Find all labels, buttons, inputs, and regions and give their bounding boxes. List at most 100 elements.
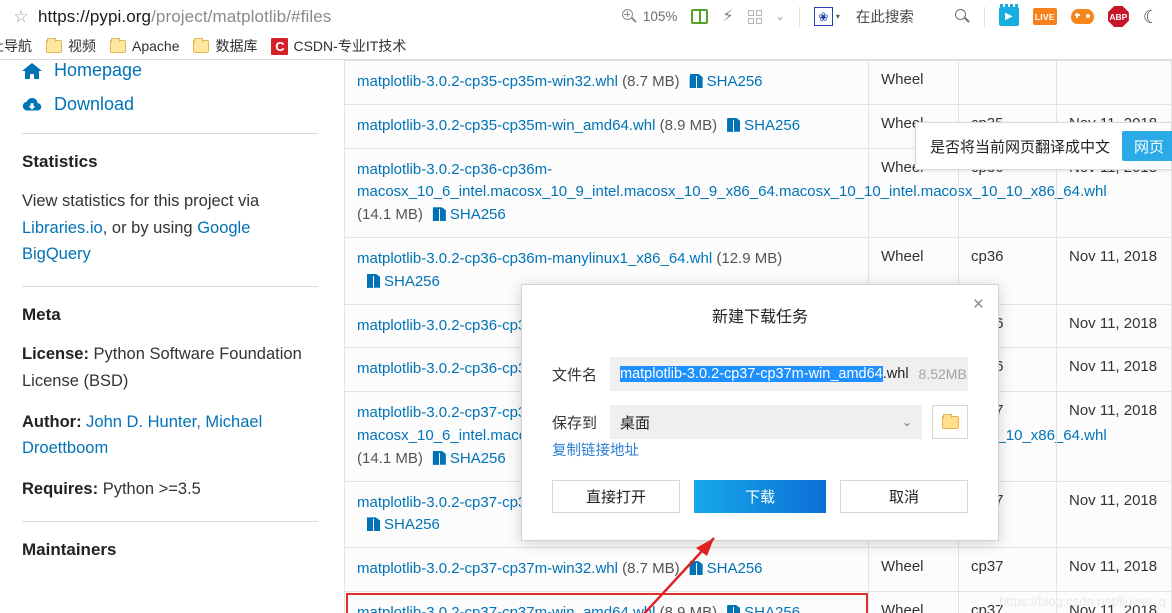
open-directly-button[interactable]: 直接打开 bbox=[552, 480, 681, 513]
bookmark-item-csdn[interactable]: C CSDN-专业IT技术 bbox=[271, 36, 406, 56]
copy-hash-icon bbox=[367, 273, 380, 288]
sidebar-divider bbox=[22, 286, 318, 288]
upload-date-cell bbox=[1057, 61, 1171, 104]
download-button[interactable]: 下载 bbox=[694, 480, 826, 513]
file-download-link[interactable]: matplotlib-3.0.2-cp37-cp37m-win32.whl bbox=[357, 560, 618, 577]
sha256-link[interactable]: SHA256 bbox=[432, 449, 506, 467]
sha256-label: SHA256 bbox=[449, 449, 506, 467]
sidebar-link-label: Homepage bbox=[54, 60, 143, 80]
download-dialog: × 新建下载任务 文件名 matplotlib-3.0.2-cp37-cp37m… bbox=[521, 284, 999, 541]
sidebar-link-download[interactable]: Download bbox=[22, 94, 340, 115]
sha256-link[interactable]: SHA256 bbox=[689, 73, 763, 90]
dialog-button-row: 直接打开 下载 取消 bbox=[552, 480, 968, 513]
page-content: Homepage Download Statistics View statis… bbox=[0, 60, 1172, 613]
file-name-cell: matplotlib-3.0.2-cp37-cp37m-win_amd64.wh… bbox=[345, 591, 869, 613]
file-download-link[interactable]: matplotlib-3.0.2-cp37-cp37m-win_amd64.wh… bbox=[357, 604, 655, 613]
bookmark-item-nav[interactable]: 止导航 bbox=[0, 36, 32, 56]
night-mode-moon-icon[interactable]: ☾ bbox=[1136, 0, 1166, 33]
file-size: (14.1 MB) bbox=[357, 206, 423, 224]
bookmark-star-icon[interactable]: ☆ bbox=[8, 8, 34, 25]
search-input[interactable]: 在此搜索 bbox=[856, 6, 914, 27]
sha256-link[interactable]: SHA256 bbox=[367, 273, 440, 290]
upload-date-cell: Nov 11, 2018 bbox=[1069, 402, 1158, 420]
chevron-down-icon: ⌄ bbox=[901, 415, 912, 429]
url-host: pypi.org bbox=[89, 6, 152, 26]
bookmark-item-apache[interactable]: Apache bbox=[110, 37, 180, 54]
sha256-label: SHA256 bbox=[706, 560, 763, 578]
sha256-label: SHA256 bbox=[744, 116, 801, 134]
libraries-io-link[interactable]: Libraries.io bbox=[22, 219, 103, 237]
file-download-link[interactable]: matplotlib-3.0.2-cp35-cp35m-win32.whl bbox=[357, 73, 618, 90]
file-type-cell: Wheel bbox=[869, 61, 959, 104]
filename-label: 文件名 bbox=[552, 366, 598, 384]
toolbar-right-group: 105% ⚡ ⌄ ❀ ▾ 在此搜索 ▶ LIVE ABP ☾ bbox=[615, 0, 1172, 33]
meta-license-label: License: bbox=[22, 345, 89, 364]
url-path: /project/matplotlib/#files bbox=[151, 6, 332, 26]
sha256-link[interactable]: SHA256 bbox=[367, 516, 440, 533]
statistics-text: View statistics for this project via Lib… bbox=[22, 188, 318, 268]
file-size-label: 8.52MB bbox=[918, 366, 967, 382]
sha256-label: SHA256 bbox=[706, 73, 763, 90]
copy-hash-icon bbox=[727, 117, 741, 132]
sidebar-link-homepage[interactable]: Homepage bbox=[22, 60, 340, 81]
copy-hash-icon bbox=[727, 604, 741, 613]
file-name-cell: matplotlib-3.0.2-cp35-cp35m-win_amd64.wh… bbox=[345, 104, 869, 148]
meta-requires-label: Requires: bbox=[22, 480, 99, 499]
zoom-indicator[interactable]: 105% bbox=[615, 0, 685, 33]
reader-book-icon[interactable] bbox=[684, 0, 715, 33]
lightning-icon[interactable]: ⚡ bbox=[715, 0, 740, 33]
qr-code-icon[interactable] bbox=[741, 0, 769, 33]
file-name-cell: matplotlib-3.0.2-cp35-cp35m-win32.whl (8… bbox=[345, 61, 869, 104]
filename-input[interactable]: matplotlib-3.0.2-cp37-cp37m-win_amd64 .wh… bbox=[610, 357, 968, 391]
watermark-text: https://blog.csdn.net/liuwei_q bbox=[999, 594, 1166, 609]
bookmark-item-database[interactable]: 数据库 bbox=[193, 36, 257, 56]
video-download-icon[interactable]: ▶ bbox=[992, 0, 1026, 33]
copy-hash-icon bbox=[432, 207, 446, 222]
address-bar-url[interactable]: https://pypi.org/project/matplotlib/#fil… bbox=[38, 7, 331, 27]
sidebar-divider bbox=[22, 133, 318, 134]
live-icon[interactable]: LIVE bbox=[1026, 0, 1064, 33]
sidebar-divider bbox=[22, 520, 318, 522]
table-row: matplotlib-3.0.2-cp35-cp35m-win32.whl (8… bbox=[344, 60, 1172, 105]
adblock-plus-icon[interactable]: ABP bbox=[1101, 0, 1136, 33]
file-download-link[interactable]: matplotlib-3.0.2-cp36-cp36m-manylinux1_x… bbox=[357, 250, 712, 267]
search-submit-button[interactable] bbox=[914, 0, 977, 33]
copy-hash-icon bbox=[689, 74, 703, 88]
filename-selected-text: matplotlib-3.0.2-cp37-cp37m-win_amd64 bbox=[620, 366, 883, 382]
baidu-paw-icon: ❀ bbox=[813, 7, 833, 26]
meta-author-label: Author: bbox=[22, 412, 82, 431]
translate-message: 是否将当前网页翻译成中文 bbox=[930, 138, 1111, 156]
file-size: (12.9 MB) bbox=[716, 249, 783, 267]
sidebar-link-label: Download bbox=[54, 94, 135, 114]
folder-icon bbox=[110, 37, 126, 53]
file-name-cell: matplotlib-3.0.2-cp37-cp37m-win32.whl (8… bbox=[345, 548, 869, 591]
file-download-link[interactable]: matplotlib-3.0.2-cp35-cp35m-win_amd64.wh… bbox=[357, 117, 655, 134]
translate-prompt: 是否将当前网页翻译成中文 网页 bbox=[915, 122, 1172, 170]
sha256-link[interactable]: SHA256 bbox=[727, 117, 800, 134]
search-icon bbox=[954, 9, 971, 24]
sha256-link[interactable]: SHA256 bbox=[689, 560, 763, 578]
bookmark-item-video[interactable]: 视频 bbox=[46, 36, 96, 56]
file-size: (8.9 MB) bbox=[659, 116, 718, 134]
sha256-link[interactable]: SHA256 bbox=[432, 206, 506, 223]
search-engine-selector[interactable]: ❀ ▾ bbox=[807, 0, 847, 33]
bookmark-label: Apache bbox=[132, 38, 180, 54]
chevron-down-icon[interactable]: ⌄ bbox=[769, 0, 792, 33]
close-icon[interactable]: × bbox=[973, 295, 984, 314]
gamepad-icon[interactable] bbox=[1064, 0, 1101, 33]
browse-folder-button[interactable] bbox=[932, 405, 968, 439]
file-type-cell: Wheel bbox=[869, 591, 959, 613]
translate-page-button[interactable]: 网页 bbox=[1122, 131, 1172, 161]
filename-extension: .whl bbox=[882, 366, 909, 382]
sha256-label: SHA256 bbox=[744, 603, 801, 613]
copy-link-address[interactable]: 复制链接地址 bbox=[552, 443, 639, 459]
toolbar-divider bbox=[798, 6, 800, 27]
bookmark-label: 止导航 bbox=[0, 38, 32, 54]
python-version-cell: cp37 bbox=[959, 548, 1057, 591]
sha256-link[interactable]: SHA256 bbox=[727, 604, 800, 613]
cancel-button[interactable]: 取消 bbox=[839, 480, 968, 513]
copy-hash-icon bbox=[432, 450, 446, 465]
chevron-down-icon: ▾ bbox=[835, 12, 840, 21]
savepath-select[interactable]: 桌面 ⌄ bbox=[610, 405, 922, 439]
meta-requires: Requires: Python >=3.5 bbox=[22, 476, 318, 503]
